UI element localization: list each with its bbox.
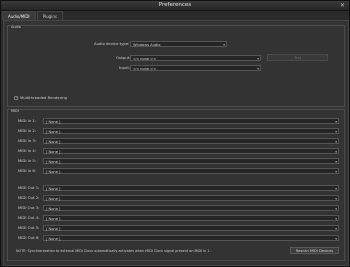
- chevron-down-icon: ▾: [335, 170, 337, 174]
- midi-input-6-select[interactable]: [ None ] ▾: [43, 168, 339, 174]
- output-select[interactable]: << none >> ▾: [130, 55, 261, 61]
- tab-bar: Audio/MIDI Plugins: [2, 11, 64, 20]
- audio-device-type-select[interactable]: Windows Audio ▾: [130, 41, 227, 47]
- midi-output-1-select[interactable]: [ None ] ▾: [43, 185, 339, 191]
- midi-input-2-select[interactable]: [ None ] ▾: [43, 128, 339, 134]
- tab-content: Audio Audio device type: Windows Audio ▾…: [3, 20, 349, 266]
- midi-output-4-value: [ None ]: [46, 217, 61, 221]
- output-value: << none >>: [133, 57, 157, 61]
- preferences-window: Preferences ✕ Audio/MIDI Plugins Audio A…: [0, 0, 350, 267]
- chevron-down-icon: ▾: [335, 217, 337, 221]
- midi-output-2-value: [ None ]: [46, 197, 61, 201]
- chevron-down-icon: ▾: [335, 207, 337, 211]
- chevron-down-icon: ▾: [335, 227, 337, 231]
- midi-output-4-label: MIDI Out 4:: [18, 215, 40, 220]
- midi-input-2-value: [ None ]: [46, 130, 61, 134]
- chevron-down-icon: ▾: [257, 57, 259, 61]
- midi-output-2-label: MIDI Out 2:: [18, 195, 40, 200]
- chevron-down-icon: ▾: [223, 43, 225, 47]
- test-button[interactable]: Test: [267, 54, 328, 61]
- midi-input-4-value: [ None ]: [46, 150, 61, 154]
- audio-device-type-value: Windows Audio: [133, 43, 161, 47]
- midi-input-3-select[interactable]: [ None ] ▾: [43, 138, 339, 144]
- title-bar[interactable]: Preferences ✕: [1, 1, 349, 11]
- midi-input-1-label: MIDI In 1:: [18, 118, 37, 123]
- chevron-down-icon: ▾: [335, 237, 337, 241]
- midi-output-3-label: MIDI Out 3:: [18, 205, 40, 210]
- midi-output-5-value: [ None ]: [46, 227, 61, 231]
- midi-clock-note: NOTE: Synchronization to external MIDI C…: [16, 249, 211, 253]
- midi-group: MIDI MIDI In 1: [ None ] ▾ MIDI In 2: [ None…: [7, 109, 345, 261]
- chevron-down-icon: ▾: [335, 120, 337, 124]
- chevron-down-icon: ▾: [335, 130, 337, 134]
- chevron-down-icon: ▾: [335, 160, 337, 164]
- input-value: << none >>: [133, 67, 157, 71]
- chevron-down-icon: ▾: [335, 197, 337, 201]
- midi-output-4-select[interactable]: [ None ] ▾: [43, 215, 339, 221]
- midi-output-6-select[interactable]: [ None ] ▾: [43, 235, 339, 241]
- midi-input-5-value: [ None ]: [46, 160, 61, 164]
- chevron-down-icon: ▾: [335, 140, 337, 144]
- tab-plugins[interactable]: Plugins: [36, 11, 63, 20]
- midi-group-label: MIDI: [11, 109, 19, 113]
- output-label: Output:: [116, 55, 131, 60]
- midi-input-6-value: [ None ]: [46, 170, 61, 174]
- chevron-down-icon: ▾: [335, 187, 337, 191]
- chevron-down-icon: ▾: [257, 67, 259, 71]
- midi-output-1-value: [ None ]: [46, 187, 61, 191]
- audio-group-label: Audio: [11, 25, 21, 29]
- midi-output-5-select[interactable]: [ None ] ▾: [43, 225, 339, 231]
- rescan-midi-devices-button[interactable]: Rescan MIDI Devices: [290, 247, 339, 254]
- midi-input-5-label: MIDI In 5:: [18, 158, 37, 163]
- midi-output-5-label: MIDI Out 5:: [18, 225, 40, 230]
- multithreaded-checkbox[interactable]: ✓: [14, 96, 18, 100]
- midi-output-3-value: [ None ]: [46, 207, 61, 211]
- midi-output-6-label: MIDI Out 6:: [18, 235, 40, 240]
- midi-input-4-select[interactable]: [ None ] ▾: [43, 148, 339, 154]
- close-icon[interactable]: ✕: [339, 2, 346, 9]
- midi-input-2-label: MIDI In 2:: [18, 128, 37, 133]
- audio-device-type-label: Audio device type:: [94, 41, 130, 46]
- input-label: Input:: [119, 65, 131, 70]
- midi-input-1-value: [ None ]: [46, 120, 61, 124]
- midi-input-3-label: MIDI In 3:: [18, 138, 37, 143]
- midi-input-1-select[interactable]: [ None ] ▾: [43, 118, 339, 124]
- midi-input-5-select[interactable]: [ None ] ▾: [43, 158, 339, 164]
- input-select[interactable]: << none >> ▾: [130, 65, 261, 71]
- midi-input-4-label: MIDI In 4:: [18, 148, 37, 153]
- midi-input-3-value: [ None ]: [46, 140, 61, 144]
- chevron-down-icon: ▾: [335, 150, 337, 154]
- midi-output-1-label: MIDI Out 1:: [18, 185, 40, 190]
- tab-audio-midi[interactable]: Audio/MIDI: [2, 11, 36, 20]
- midi-output-6-value: [ None ]: [46, 237, 61, 241]
- window-title: Preferences: [158, 2, 192, 8]
- audio-group: Audio Audio device type: Windows Audio ▾…: [7, 25, 345, 107]
- multithreaded-label: Multithreaded Rendering: [20, 95, 68, 100]
- midi-output-3-select[interactable]: [ None ] ▾: [43, 205, 339, 211]
- midi-input-6-label: MIDI In 6:: [18, 168, 37, 173]
- midi-output-2-select[interactable]: [ None ] ▾: [43, 195, 339, 201]
